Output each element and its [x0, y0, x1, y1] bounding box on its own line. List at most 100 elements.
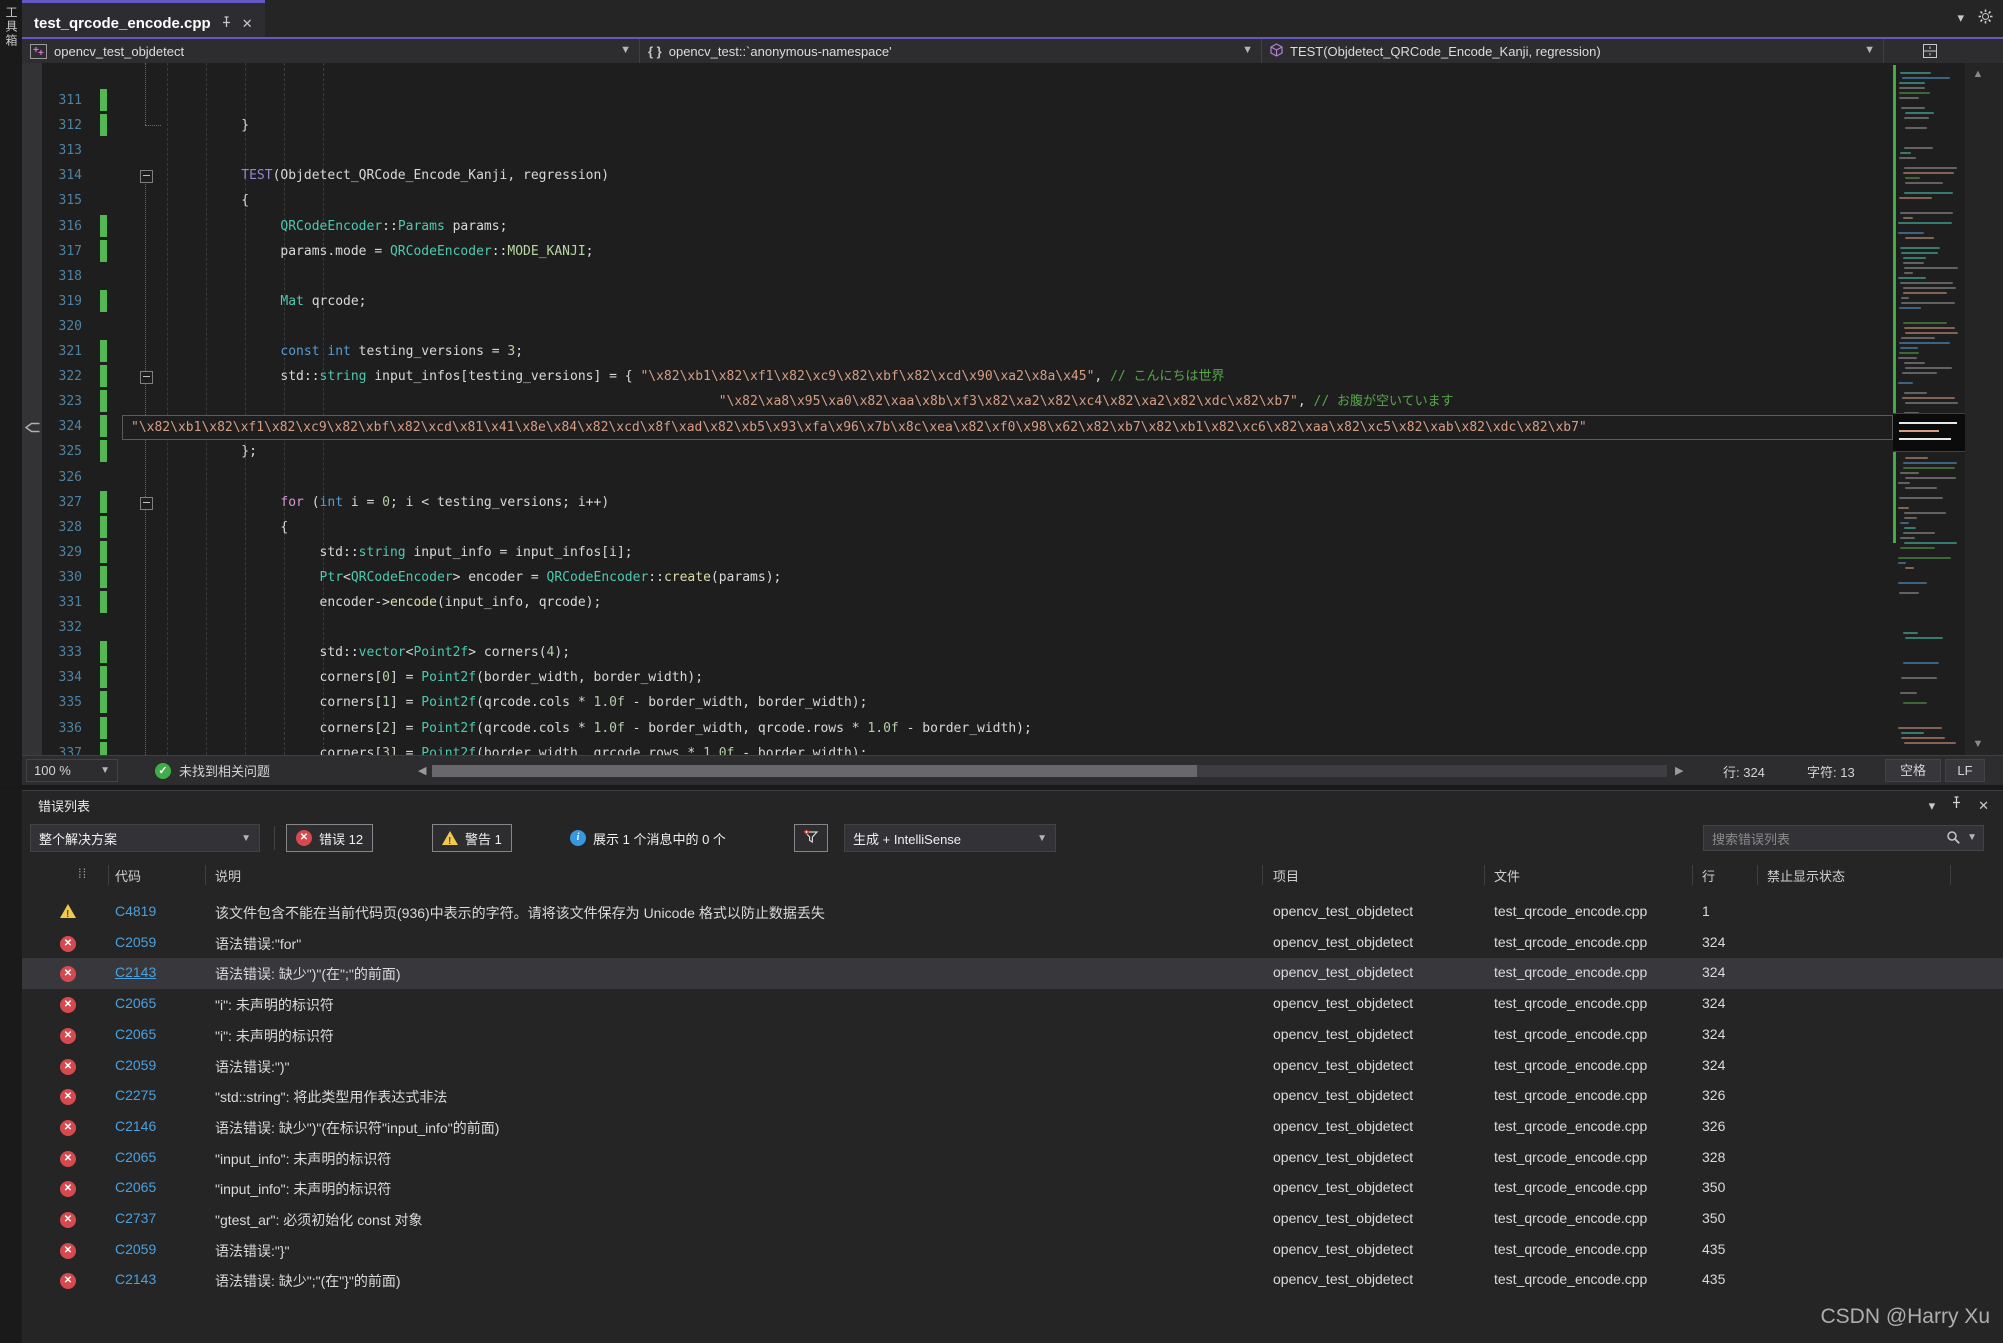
- source-dropdown[interactable]: 生成 + IntelliSense ▼: [844, 824, 1056, 852]
- column-header-file[interactable]: 文件: [1494, 866, 1520, 885]
- line-number: 321: [30, 339, 82, 364]
- messages-filter-button[interactable]: i 展示 1 个消息中的 0 个: [570, 824, 726, 852]
- error-row[interactable]: !C4819该文件包含不能在当前代码页(936)中表示的字符。请将该文件保存为 …: [22, 897, 2003, 928]
- column-header-project[interactable]: 项目: [1273, 866, 1299, 885]
- code-line[interactable]: std::string input_infos[testing_versions…: [163, 364, 1225, 389]
- error-project: opencv_test_objdetect: [1273, 903, 1413, 919]
- code-health-indicator[interactable]: ✓ 未找到相关问题: [155, 761, 270, 780]
- hscroll-left-icon[interactable]: ◀: [418, 764, 426, 777]
- gear-icon[interactable]: [1978, 9, 1993, 26]
- code-line[interactable]: const int testing_versions = 3;: [163, 339, 523, 364]
- error-row[interactable]: ✕C2059语法错误:"for"opencv_test_objdetecttes…: [22, 928, 2003, 959]
- error-row[interactable]: ✕C2059语法错误:")"opencv_test_objdetecttest_…: [22, 1051, 2003, 1082]
- line-number: 337: [30, 741, 82, 755]
- namespace-dropdown[interactable]: { } opencv_test::`anonymous-namespace' ▼: [640, 39, 1262, 63]
- close-tab-icon[interactable]: ✕: [242, 17, 253, 30]
- scroll-up-icon[interactable]: ▲: [1965, 65, 1991, 83]
- error-icon: ✕: [60, 1151, 76, 1167]
- indent-mode-button[interactable]: 空格: [1885, 759, 1941, 782]
- column-header-code[interactable]: 代码: [115, 866, 141, 885]
- code-line[interactable]: {: [163, 188, 249, 213]
- error-row[interactable]: ✕C2065"input_info": 未声明的标识符opencv_test_o…: [22, 1143, 2003, 1174]
- code-line[interactable]: "\x82\xa8\x95\xa0\x82\xaa\x8b\xf3\x82\xa…: [163, 389, 1454, 414]
- column-header-line[interactable]: 行: [1702, 866, 1715, 885]
- error-row[interactable]: ✕C2065"i": 未声明的标识符opencv_test_objdetectt…: [22, 989, 2003, 1020]
- code-line[interactable]: }: [163, 113, 249, 138]
- code-line[interactable]: corners[3] = Point2f(border_width, qrcod…: [163, 741, 867, 755]
- fold-collapse-icon[interactable]: [140, 170, 153, 183]
- error-project: opencv_test_objdetect: [1273, 1179, 1413, 1195]
- scope-dropdown[interactable]: 整个解决方案 ▼: [30, 824, 260, 852]
- close-panel-icon[interactable]: ✕: [1978, 799, 1989, 812]
- fold-collapse-icon[interactable]: [140, 371, 153, 384]
- split-editor-icon[interactable]: [1922, 43, 1938, 62]
- error-line: 324: [1702, 1057, 1725, 1073]
- error-row[interactable]: ✕C2065"i": 未声明的标识符opencv_test_objdetectt…: [22, 1020, 2003, 1051]
- error-row[interactable]: ✕C2143语法错误: 缺少")"(在";"的前面)opencv_test_ob…: [22, 958, 2003, 989]
- column-header-suppress[interactable]: 禁止显示状态: [1767, 866, 1845, 885]
- line-number: 322: [30, 364, 82, 389]
- project-dropdown[interactable]: ++ opencv_test_objdetect ▼: [22, 39, 640, 63]
- error-project: opencv_test_objdetect: [1273, 1210, 1413, 1226]
- fold-collapse-icon[interactable]: [140, 497, 153, 510]
- code-line[interactable]: corners[1] = Point2f(qrcode.cols * 1.0f …: [163, 690, 867, 715]
- code-line[interactable]: corners[2] = Point2f(qrcode.cols * 1.0f …: [163, 716, 1032, 741]
- code-line[interactable]: std::string input_info = input_infos[i];: [163, 540, 633, 565]
- search-icon[interactable]: [1946, 830, 1961, 850]
- change-indicator: [100, 340, 107, 362]
- eol-mode-button[interactable]: LF: [1945, 759, 1985, 782]
- error-code: C2737: [115, 1210, 156, 1226]
- code-line[interactable]: corners[0] = Point2f(border_width, borde…: [163, 665, 703, 690]
- chevron-down-icon[interactable]: ▾: [1957, 11, 1964, 24]
- warnings-filter-button[interactable]: ! 警告 1: [432, 824, 512, 852]
- error-description: 该文件包含不能在当前代码页(936)中表示的字符。请将该文件保存为 Unicod…: [215, 903, 1255, 923]
- severity-sort-icon[interactable]: ⁞⁞: [78, 866, 87, 881]
- error-row[interactable]: ✕C2737"gtest_ar": 必须初始化 const 对象opencv_t…: [22, 1204, 2003, 1235]
- horizontal-scrollbar-thumb[interactable]: [432, 765, 1197, 777]
- code-line[interactable]: "\x82\xb1\x82\xf1\x82\xc9\x82\xbf\x82\xc…: [131, 415, 1587, 440]
- zoom-level-combo[interactable]: 100 % ▼: [26, 759, 118, 782]
- change-indicator: [100, 516, 107, 538]
- code-line[interactable]: TEST(Objdetect_QRCode_Encode_Kanji, regr…: [163, 163, 609, 188]
- error-line: 324: [1702, 964, 1725, 980]
- chevron-down-icon[interactable]: ▼: [1967, 832, 1977, 843]
- search-error-list[interactable]: ▼: [1703, 825, 1984, 851]
- filter-button[interactable]: [794, 824, 828, 852]
- code-line[interactable]: };: [163, 439, 257, 464]
- minimap[interactable]: [1893, 63, 1965, 755]
- error-row[interactable]: ✕C2143语法错误: 缺少";"(在"}"的前面)opencv_test_ob…: [22, 1265, 2003, 1296]
- error-line: 326: [1702, 1087, 1725, 1103]
- error-project: opencv_test_objdetect: [1273, 1118, 1413, 1134]
- pin-icon[interactable]: [221, 16, 232, 30]
- chevron-down-icon: ▼: [100, 765, 110, 776]
- code-line[interactable]: Ptr<QRCodeEncoder> encoder = QRCodeEncod…: [163, 565, 781, 590]
- errors-filter-button[interactable]: ✕ 错误 12: [286, 824, 373, 852]
- scroll-down-icon[interactable]: ▼: [1965, 735, 1991, 753]
- code-editor[interactable]: "\x82\xb1\x82\xf1\x82\xc9\x82\xbf\x82\xc…: [22, 63, 1991, 755]
- code-line[interactable]: params.mode = QRCodeEncoder::MODE_KANJI;: [163, 239, 594, 264]
- code-line[interactable]: QRCodeEncoder::Params params;: [163, 214, 507, 239]
- search-input[interactable]: [1710, 827, 1934, 851]
- chevron-down-icon[interactable]: ▾: [1929, 799, 1936, 812]
- tab-test-qrcode-encode[interactable]: test_qrcode_encode.cpp ✕: [22, 0, 265, 40]
- hscroll-right-icon[interactable]: ▶: [1675, 764, 1683, 777]
- code-line[interactable]: {: [163, 515, 288, 540]
- change-indicator: [100, 114, 107, 136]
- code-line[interactable]: encoder->encode(input_info, qrcode);: [163, 590, 601, 615]
- error-row[interactable]: ✕C2275"std::string": 将此类型用作表达式非法opencv_t…: [22, 1081, 2003, 1112]
- horizontal-scrollbar[interactable]: [432, 765, 1667, 777]
- error-row[interactable]: ✕C2059语法错误:"}"opencv_test_objdetecttest_…: [22, 1235, 2003, 1266]
- error-file: test_qrcode_encode.cpp: [1494, 934, 1647, 950]
- column-header-desc[interactable]: 说明: [215, 866, 241, 885]
- member-dropdown[interactable]: TEST(Objdetect_QRCode_Encode_Kanji, regr…: [1262, 39, 1884, 63]
- error-row[interactable]: ✕C2146语法错误: 缺少")"(在标识符"input_info"的前面)op…: [22, 1112, 2003, 1143]
- vertical-scrollbar[interactable]: ▲ ▼: [1965, 63, 1991, 755]
- code-line[interactable]: Mat qrcode;: [163, 289, 367, 314]
- error-row[interactable]: ✕C2065"input_info": 未声明的标识符opencv_test_o…: [22, 1173, 2003, 1204]
- code-line[interactable]: for (int i = 0; i < testing_versions; i+…: [163, 490, 609, 515]
- editor-status-bar: 100 % ▼ ✓ 未找到相关问题 ◀ ▶ 行: 324 字符: 13 空格 L…: [22, 755, 2003, 785]
- pin-icon[interactable]: [1951, 796, 1962, 814]
- code-line[interactable]: std::vector<Point2f> corners(4);: [163, 640, 570, 665]
- toolbox-strip[interactable]: 工具箱: [0, 0, 22, 1343]
- minimap-viewport[interactable]: [1893, 413, 1965, 452]
